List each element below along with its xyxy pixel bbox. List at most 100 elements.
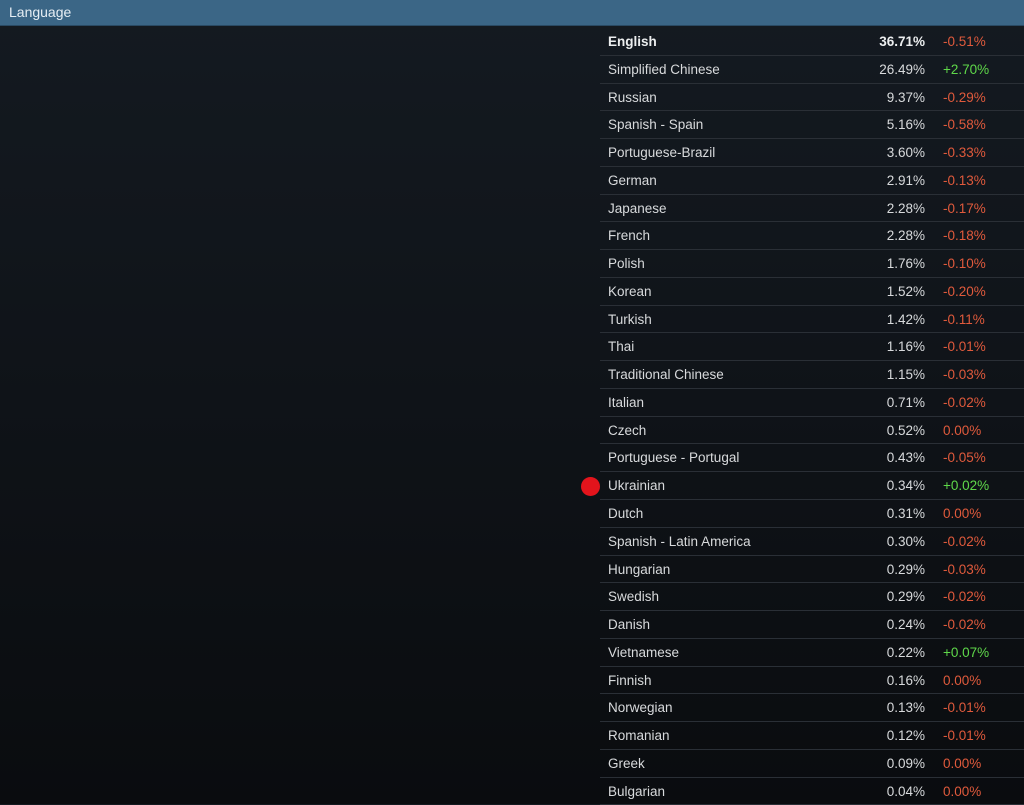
language-name: Italian — [608, 394, 645, 410]
language-change: -0.05% — [943, 450, 986, 466]
language-change: 0.00% — [943, 506, 982, 522]
language-change: -0.03% — [943, 367, 986, 383]
table-row: Finnish 0.16% 0.00% — [600, 667, 1024, 695]
language-name: German — [608, 172, 657, 188]
language-percent: 26.49% — [879, 61, 925, 77]
table-row: Portuguese - Portugal 0.43% -0.05% — [600, 444, 1024, 473]
language-change: -0.01% — [943, 728, 986, 744]
language-percent: 0.43% — [886, 450, 925, 466]
language-percent: 0.31% — [886, 506, 925, 522]
language-change: -0.58% — [943, 117, 986, 133]
language-change: -0.51% — [943, 34, 986, 49]
language-name: Ukrainian — [608, 478, 666, 494]
language-name: Greek — [608, 755, 645, 771]
language-percent: 2.28% — [886, 228, 925, 244]
language-name: Portuguese - Portugal — [608, 450, 740, 466]
language-percent: 2.28% — [886, 200, 925, 216]
table-row: French 2.28% -0.18% — [600, 222, 1024, 251]
language-change: +0.02% — [943, 478, 990, 494]
language-percent: 0.30% — [886, 533, 925, 549]
table-row: Spanish - Spain 5.16% -0.58% — [600, 111, 1024, 140]
language-percent: 1.52% — [886, 283, 925, 299]
language-percent: 0.04% — [886, 783, 925, 799]
language-change: -0.01% — [943, 339, 986, 355]
language-percent: 2.91% — [886, 172, 925, 188]
table-row: Vietnamese 0.22% +0.07% — [600, 639, 1024, 667]
table-row: Russian 9.37% -0.29% — [600, 84, 1024, 112]
language-name: French — [608, 228, 651, 244]
language-change: -0.01% — [943, 700, 986, 716]
language-change: 0.00% — [943, 672, 982, 688]
table-row: Turkish 1.42% -0.11% — [600, 306, 1024, 334]
language-name: Thai — [608, 339, 635, 355]
table-row: Bulgarian 0.04% 0.00% — [600, 778, 1024, 805]
language-name: Japanese — [608, 200, 667, 216]
language-percent: 0.29% — [886, 561, 925, 577]
table-row: Czech 0.52% 0.00% — [600, 417, 1024, 445]
table-row: Greek 0.09% 0.00% — [600, 750, 1024, 778]
language-name: Romanian — [608, 728, 670, 744]
language-name: Polish — [608, 256, 645, 272]
section-title: Language — [9, 4, 72, 20]
language-name: Spanish - Latin America — [608, 533, 751, 549]
language-name: Simplified Chinese — [608, 61, 720, 77]
language-table: English 36.71% -0.51% Simplified Chinese 26.… — [600, 28, 1024, 805]
language-percent: 1.76% — [886, 256, 925, 272]
table-row: Japanese 2.28% -0.17% — [600, 195, 1024, 223]
language-change: -0.20% — [943, 283, 986, 299]
language-percent: 1.15% — [886, 367, 925, 383]
language-percent: 0.22% — [886, 644, 925, 660]
section-header: Language — [0, 0, 1024, 26]
language-percent: 3.60% — [886, 145, 925, 161]
language-name: Korean — [608, 283, 652, 299]
red-dot-icon — [581, 477, 600, 496]
language-percent: 0.52% — [886, 422, 925, 438]
table-row: English 36.71% -0.51% — [600, 28, 1024, 56]
language-name: Danish — [608, 617, 651, 633]
table-row: Ukrainian 0.34% +0.02% — [600, 472, 1024, 501]
language-change: -0.02% — [943, 589, 986, 605]
language-change: 0.00% — [943, 422, 982, 438]
language-percent: 0.12% — [886, 728, 925, 744]
language-change: -0.29% — [943, 89, 986, 105]
table-row: Korean 1.52% -0.20% — [600, 278, 1024, 306]
language-percent: 0.24% — [886, 617, 925, 633]
table-row: Thai 1.16% -0.01% — [600, 333, 1024, 362]
table-row: German 2.91% -0.13% — [600, 167, 1024, 195]
table-row: Romanian 0.12% -0.01% — [600, 722, 1024, 750]
language-percent: 0.29% — [886, 589, 925, 605]
language-change: -0.02% — [943, 533, 986, 549]
language-change: 0.00% — [943, 755, 982, 771]
language-name: Bulgarian — [608, 783, 666, 799]
language-change: -0.33% — [943, 145, 986, 161]
language-name: Dutch — [608, 506, 644, 522]
language-change: -0.17% — [943, 200, 986, 216]
table-row: Norwegian 0.13% -0.01% — [600, 694, 1024, 723]
language-change: -0.18% — [943, 228, 986, 244]
language-percent: 0.34% — [886, 478, 925, 494]
language-name: Hungarian — [608, 561, 671, 577]
table-row: Simplified Chinese 26.49% +2.70% — [600, 56, 1024, 84]
language-percent: 1.42% — [886, 311, 925, 327]
table-row: Swedish 0.29% -0.02% — [600, 583, 1024, 612]
language-change: -0.10% — [943, 256, 986, 272]
language-name: Norwegian — [608, 700, 673, 716]
language-percent: 9.37% — [886, 89, 925, 105]
language-change: +2.70% — [943, 61, 990, 77]
language-name: Swedish — [608, 589, 660, 605]
language-percent: 5.16% — [886, 117, 925, 133]
table-row: Polish 1.76% -0.10% — [600, 250, 1024, 278]
table-row: Portuguese-Brazil 3.60% -0.33% — [600, 139, 1024, 167]
language-name: Portuguese-Brazil — [608, 145, 716, 161]
language-name: Finnish — [608, 672, 652, 688]
language-change: -0.02% — [943, 394, 986, 410]
language-name: Czech — [608, 422, 647, 438]
language-change: -0.03% — [943, 561, 986, 577]
language-name: English — [608, 34, 657, 49]
table-row: Hungarian 0.29% -0.03% — [600, 556, 1024, 584]
language-percent: 1.16% — [886, 339, 925, 355]
table-row: Traditional Chinese 1.15% -0.03% — [600, 361, 1024, 389]
language-name: Turkish — [608, 311, 652, 327]
table-row: Spanish - Latin America 0.30% -0.02% — [600, 528, 1024, 556]
language-percent: 36.71% — [879, 34, 925, 49]
